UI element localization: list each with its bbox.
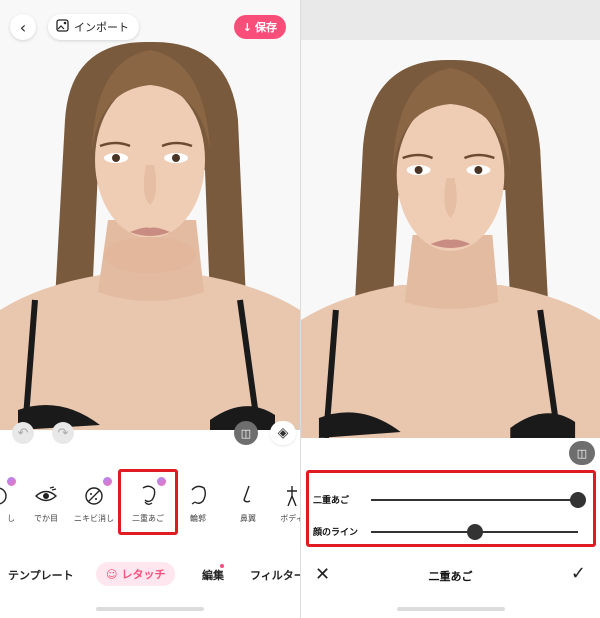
tool-body[interactable]: ボディ bbox=[268, 483, 300, 524]
nav-edit[interactable]: 編集 bbox=[202, 567, 224, 583]
tool-partial[interactable]: し bbox=[0, 477, 22, 524]
redo-button[interactable]: ↷ bbox=[52, 422, 74, 444]
compare-button[interactable]: ◫ bbox=[234, 421, 258, 445]
notification-dot bbox=[220, 564, 224, 568]
tool-label: 鼻翼 bbox=[240, 514, 256, 523]
nav-filter[interactable]: フィルター bbox=[250, 567, 300, 583]
confirm-bar: ✕ 二重あご ✓ bbox=[301, 558, 600, 594]
tool-label: し bbox=[7, 514, 15, 523]
bottom-nav: テンプレート ☺ レタッチ 編集 フィルター bbox=[0, 555, 300, 595]
left-screen: ‹ インポート ↓ 保存 ↶ ↷ ◫ ◈ し でか目 ニキビ消し 二重あご 輪郭… bbox=[0, 0, 300, 618]
compare-button[interactable]: ◫ bbox=[569, 441, 595, 465]
premium-gem-icon bbox=[7, 477, 16, 486]
tool-label: ニキビ消し bbox=[74, 514, 114, 523]
tool-big-eye[interactable]: でか目 bbox=[22, 483, 70, 524]
import-button[interactable]: インポート bbox=[48, 14, 139, 40]
nav-retouch-label: レタッチ bbox=[121, 568, 166, 581]
home-indicator bbox=[397, 607, 505, 611]
nav-retouch[interactable]: ☺ レタッチ bbox=[96, 562, 176, 586]
download-arrow-icon: ↓ bbox=[242, 20, 252, 34]
save-button[interactable]: ↓ 保存 bbox=[233, 15, 286, 39]
nose-icon bbox=[224, 483, 272, 509]
right-screen: ◫ 二重あご 顔のライン ✕ 二重あご ✓ bbox=[301, 0, 600, 618]
top-bar bbox=[301, 0, 600, 40]
tool-title: 二重あご bbox=[428, 570, 473, 583]
import-label: インポート bbox=[74, 21, 129, 34]
save-label: 保存 bbox=[255, 21, 277, 34]
partial-tool-icon bbox=[0, 483, 22, 509]
tool-face-contour[interactable]: 輪郭 bbox=[174, 483, 222, 524]
tool-label: でか目 bbox=[34, 514, 58, 523]
portrait-image bbox=[0, 0, 300, 430]
highlight-box bbox=[306, 470, 596, 547]
chevron-left-icon: ‹ bbox=[19, 17, 27, 37]
portrait-image bbox=[301, 40, 600, 438]
nav-template[interactable]: テンプレート bbox=[8, 567, 74, 583]
tool-acne-removal[interactable]: ニキビ消し bbox=[70, 477, 118, 524]
tool-label: 輪郭 bbox=[190, 514, 206, 523]
premium-gem-icon bbox=[103, 477, 112, 486]
layers-button[interactable]: ◈ bbox=[270, 421, 296, 445]
body-icon bbox=[268, 483, 300, 509]
retouch-face-icon: ☺ bbox=[106, 567, 118, 581]
tool-label: ボディ bbox=[280, 514, 300, 523]
photo-after bbox=[301, 40, 600, 438]
redo-icon: ↷ bbox=[57, 425, 69, 441]
photo-before bbox=[0, 0, 300, 430]
image-import-icon bbox=[56, 19, 69, 35]
undo-icon: ↶ bbox=[17, 425, 29, 441]
big-eye-icon bbox=[22, 483, 70, 509]
compare-icon: ◫ bbox=[240, 426, 252, 440]
back-button[interactable]: ‹ bbox=[10, 14, 36, 40]
layers-icon: ◈ bbox=[277, 425, 289, 441]
acne-removal-icon bbox=[70, 483, 118, 509]
tool-nose[interactable]: 鼻翼 bbox=[224, 483, 272, 524]
face-contour-icon bbox=[174, 483, 222, 509]
undo-button[interactable]: ↶ bbox=[12, 422, 34, 444]
check-icon[interactable]: ✓ bbox=[571, 563, 586, 584]
home-indicator bbox=[96, 607, 204, 611]
highlight-box bbox=[118, 469, 178, 535]
compare-icon: ◫ bbox=[576, 446, 588, 460]
